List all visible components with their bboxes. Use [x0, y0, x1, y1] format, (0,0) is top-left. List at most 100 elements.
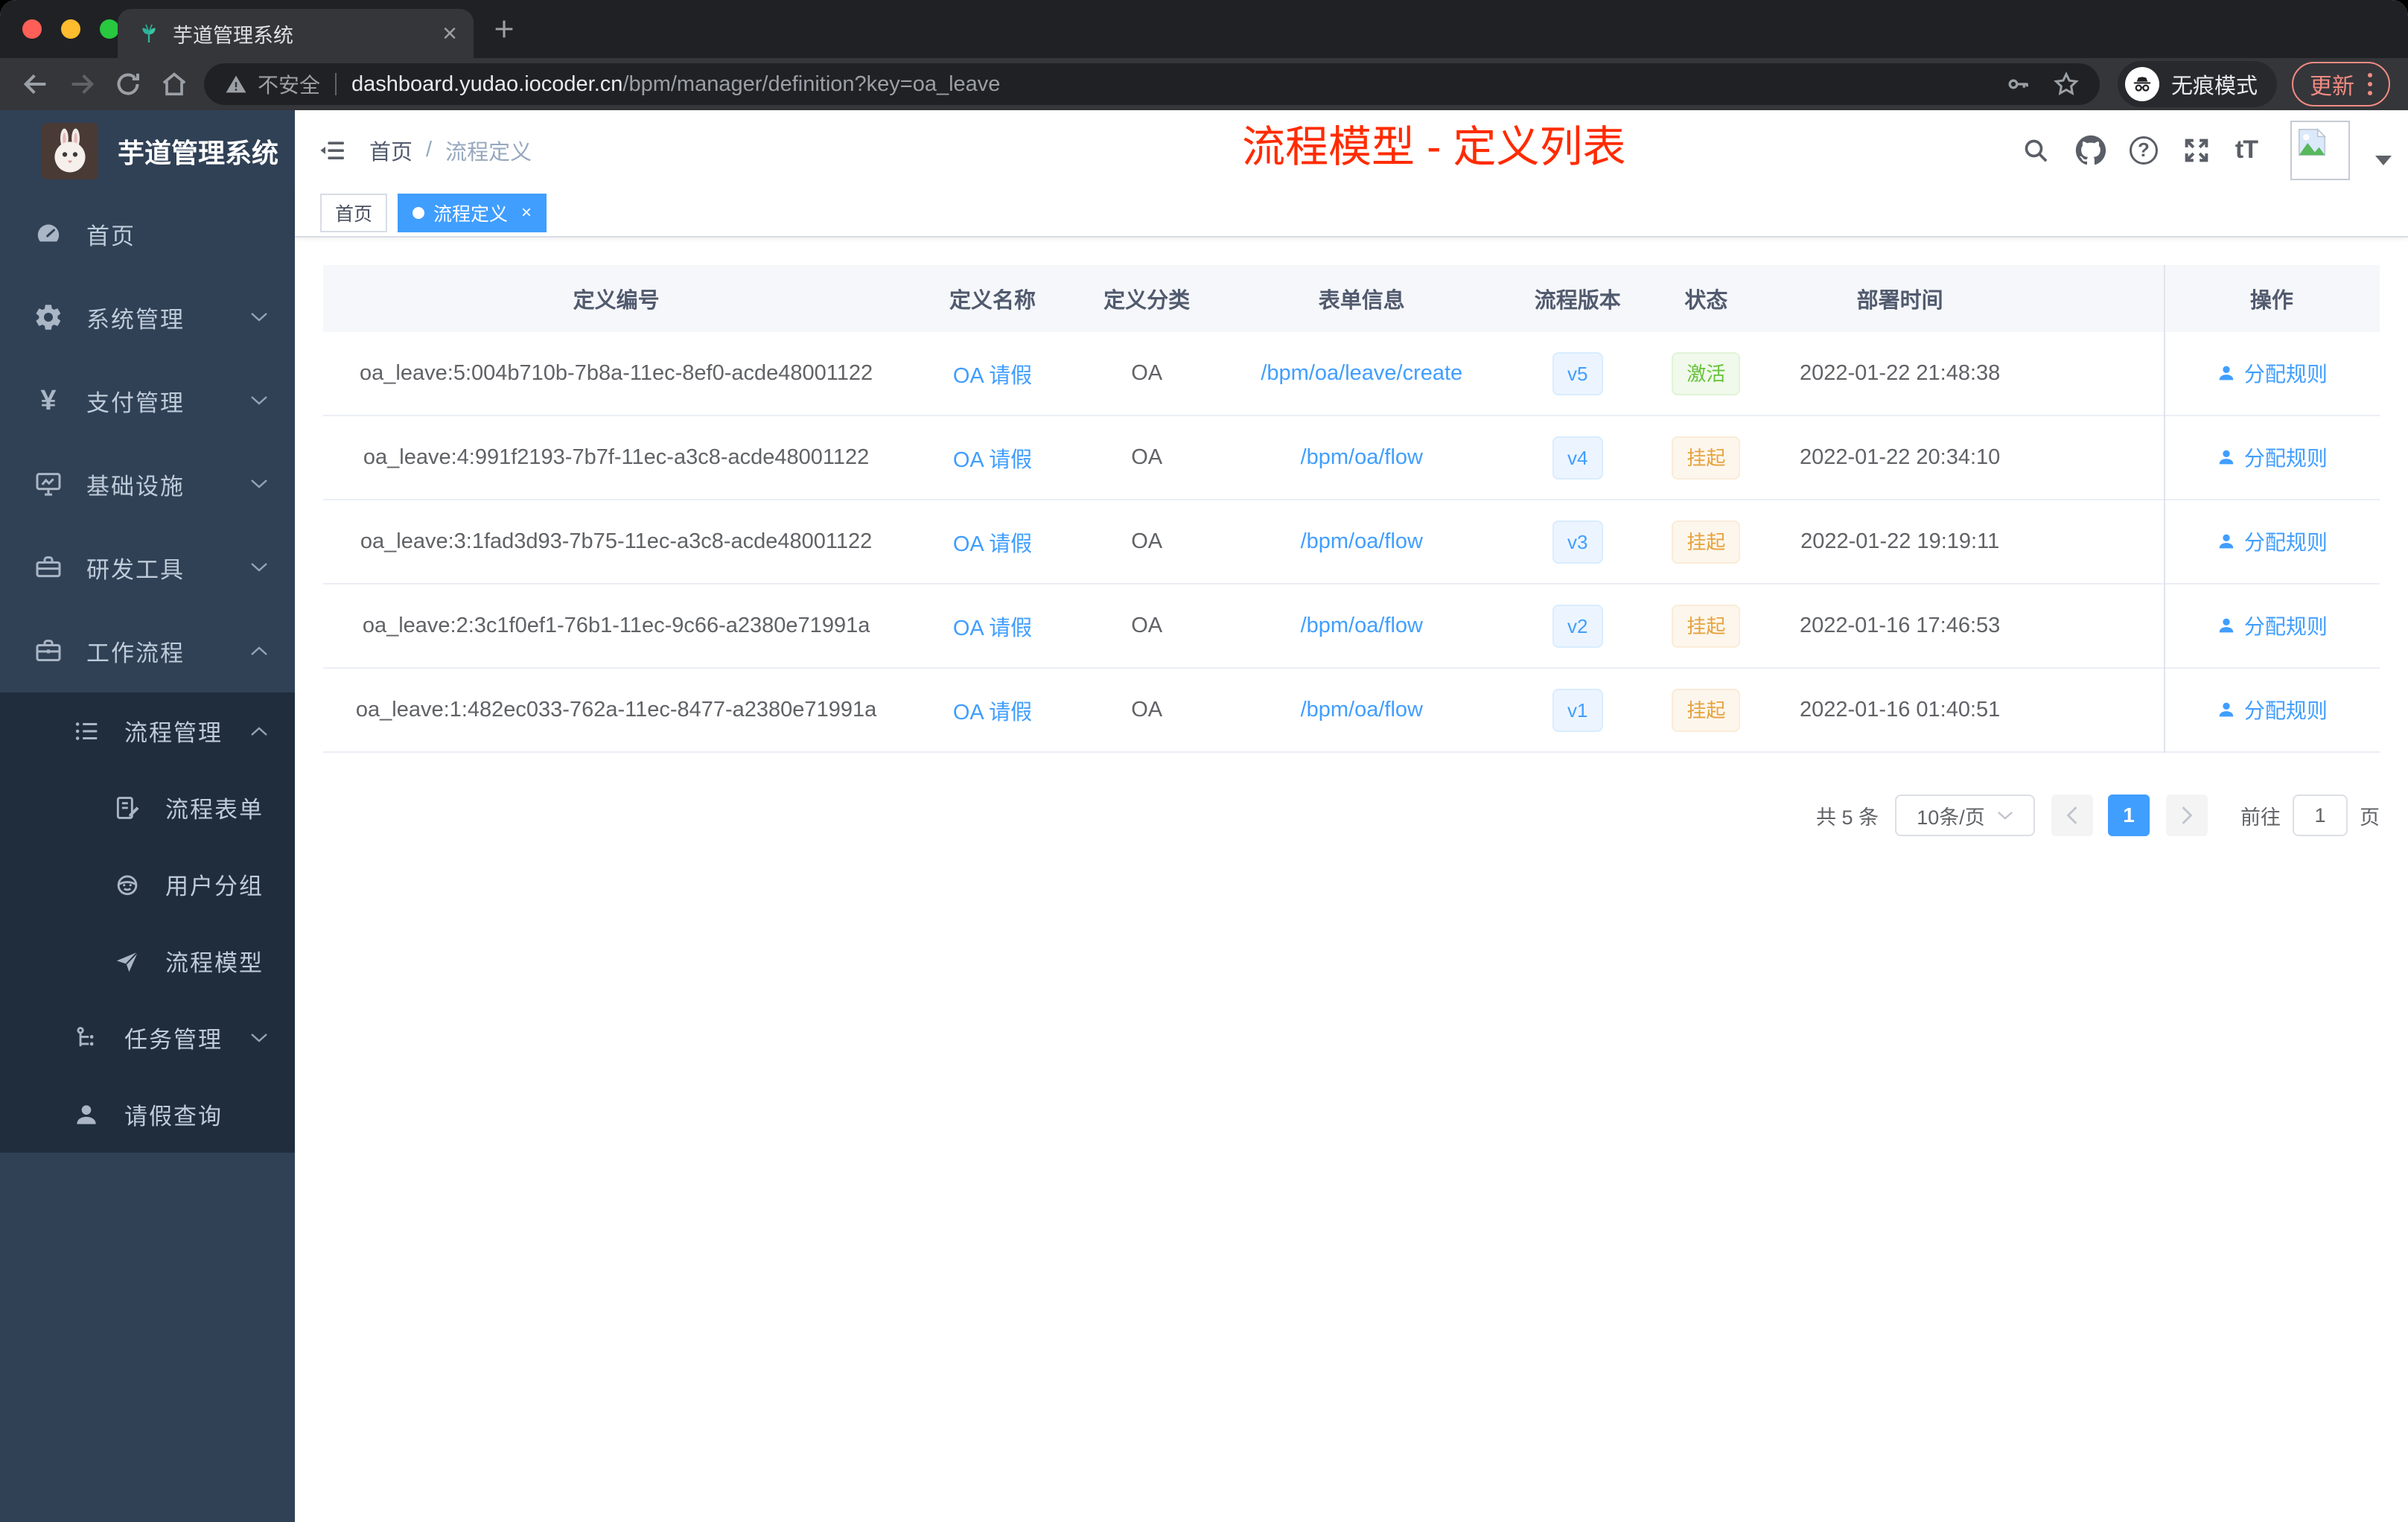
key-icon[interactable] [2004, 71, 2031, 98]
github-icon[interactable] [2074, 134, 2107, 167]
chevron-right-icon [2182, 806, 2193, 824]
window-controls[interactable] [22, 19, 119, 39]
assign-rule-link[interactable]: 分配规则 [2216, 526, 2328, 556]
user-icon [2219, 618, 2234, 632]
assign-rule-link[interactable]: 分配规则 [2216, 442, 2328, 472]
tag-close-icon[interactable]: × [521, 203, 532, 223]
sidebar-item-label: 任务管理 [124, 1027, 223, 1053]
sidebar-item-process-model[interactable]: 流程模型 [0, 923, 295, 999]
next-page-button[interactable] [2166, 795, 2208, 836]
cell-definition-category: OA [1131, 529, 1163, 553]
assign-rule-link[interactable]: 分配规则 [2216, 695, 2328, 725]
sidebar-item-payment[interactable]: ¥ 支付管理 [0, 359, 295, 442]
assign-rule-link[interactable]: 分配规则 [2216, 358, 2328, 388]
sidebar-item-home[interactable]: 首页 [0, 192, 295, 276]
cell-definition-id: oa_leave:1:482ec033-762a-11ec-8477-a2380… [355, 698, 877, 722]
sidebar-item-dev-tools[interactable]: 研发工具 [0, 526, 295, 609]
prev-page-button[interactable] [2051, 795, 2093, 836]
form-info-link[interactable]: /bpm/oa/leave/create [1261, 361, 1462, 385]
form-info-link[interactable]: /bpm/oa/flow [1301, 614, 1423, 637]
sidebar-item-process-management[interactable]: 流程管理 [0, 692, 295, 769]
definition-name-link[interactable]: OA 请假 [953, 448, 1032, 472]
table-header-row: 定义编号 定义名称 定义分类 表单信息 流程版本 状态 部署时间 操作 [323, 265, 2380, 332]
security-label[interactable]: 不安全 [258, 69, 320, 99]
cell-definition-category: OA [1131, 698, 1163, 722]
chevron-down-icon [1997, 811, 2013, 820]
chevron-down-icon [250, 312, 268, 322]
version-badge: v3 [1552, 520, 1603, 564]
url-divider [335, 73, 337, 95]
form-info-link[interactable]: /bpm/oa/flow [1301, 445, 1423, 469]
user-icon [2219, 702, 2234, 716]
workflow-submenu: 流程管理 流程表单 用户分组 流程模型 任务管理 请假查询 [0, 692, 295, 1153]
page-size-select[interactable]: 10条/页 [1895, 795, 2035, 836]
browser-window: 芋道管理系统 × 不安全 dashboard.yudao.iocoder.cn [0, 0, 2408, 1522]
forward-icon[interactable] [66, 68, 98, 101]
update-button[interactable]: 更新 [2292, 62, 2390, 106]
version-badge: v4 [1552, 436, 1603, 480]
chevron-down-icon [250, 1033, 268, 1043]
user-icon [2219, 450, 2234, 464]
fullscreen-icon[interactable] [2180, 134, 2213, 167]
breadcrumb-home[interactable]: 首页 [369, 135, 413, 166]
new-tab-button[interactable] [491, 16, 517, 42]
incognito-icon [2124, 67, 2159, 101]
address-bar[interactable]: 不安全 dashboard.yudao.iocoder.cn /bpm/mana… [204, 63, 2100, 105]
security-warning-icon[interactable] [223, 71, 249, 97]
avatar[interactable] [2290, 120, 2350, 180]
chevron-down-icon [250, 562, 268, 573]
search-icon[interactable] [2019, 134, 2052, 167]
browser-tab[interactable]: 芋道管理系统 × [118, 9, 474, 58]
definition-name-link[interactable]: OA 请假 [953, 532, 1032, 556]
pagination-total: 共 5 条 [1815, 806, 1879, 829]
sidebar-item-label: 工作流程 [86, 640, 185, 666]
reload-icon[interactable] [112, 68, 144, 101]
column-header-process-version: 流程版本 [1534, 289, 1621, 313]
page-size-value: 10条/页 [1917, 806, 1985, 829]
briefcase-icon [33, 635, 64, 666]
help-icon[interactable]: ? [2129, 136, 2158, 165]
tag-home[interactable]: 首页 [320, 194, 388, 232]
tab-close-icon[interactable]: × [442, 21, 457, 46]
app-logo[interactable]: 芋道管理系统 [0, 110, 295, 192]
yen-icon: ¥ [40, 385, 57, 416]
font-size-icon[interactable]: tT [2235, 136, 2258, 165]
menu-kebab-icon[interactable] [2368, 73, 2372, 95]
hamburger-icon[interactable] [317, 135, 348, 166]
avatar-dropdown-caret-icon[interactable] [2375, 156, 2392, 165]
sidebar-item-infrastructure[interactable]: 基础设施 [0, 442, 295, 526]
page-number-button[interactable]: 1 [2108, 795, 2150, 836]
form-info-link[interactable]: /bpm/oa/flow [1301, 698, 1423, 722]
sidebar-item-task-management[interactable]: 任务管理 [0, 999, 295, 1076]
minimize-window-button[interactable] [61, 19, 80, 39]
column-header-deploy-time: 部署时间 [1856, 289, 1943, 313]
back-icon[interactable] [19, 68, 52, 101]
url-host: dashboard.yudao.iocoder.cn [351, 71, 623, 96]
sidebar-item-workflow[interactable]: 工作流程 [0, 609, 295, 692]
form-info-link[interactable]: /bpm/oa/flow [1301, 529, 1423, 553]
definition-name-link[interactable]: OA 请假 [953, 701, 1032, 725]
cell-deploy-time: 2022-01-22 21:48:38 [1799, 361, 2001, 385]
cell-deploy-time: 2022-01-22 19:19:11 [1800, 529, 2000, 553]
sidebar-item-label: 研发工具 [86, 556, 185, 583]
tag-process-definition[interactable]: 流程定义 × [398, 194, 547, 232]
sidebar-item-leave-query[interactable]: 请假查询 [0, 1076, 295, 1153]
home-icon[interactable] [158, 68, 191, 101]
bookmark-star-icon[interactable] [2052, 70, 2080, 98]
assign-rule-link[interactable]: 分配规则 [2216, 611, 2328, 640]
user-icon [2219, 366, 2234, 380]
sidebar-item-label: 流程表单 [165, 797, 264, 823]
sidebar-item-user-group[interactable]: 用户分组 [0, 846, 295, 923]
definition-name-link[interactable]: OA 请假 [953, 617, 1032, 640]
sidebar-item-system[interactable]: 系统管理 [0, 276, 295, 359]
goto-page-input[interactable] [2293, 795, 2348, 836]
assign-rule-label: 分配规则 [2243, 446, 2328, 470]
sidebar-item-process-form[interactable]: 流程表单 [0, 769, 295, 846]
close-window-button[interactable] [22, 19, 42, 39]
logo-rabbit-avatar [42, 123, 98, 179]
tag-label: 流程定义 [433, 204, 509, 225]
update-label: 更新 [2310, 74, 2354, 99]
pagination: 共 5 条 10条/页 1 前往 页 [323, 795, 2380, 836]
zoom-window-button[interactable] [100, 19, 119, 39]
definition-name-link[interactable]: OA 请假 [953, 364, 1032, 388]
